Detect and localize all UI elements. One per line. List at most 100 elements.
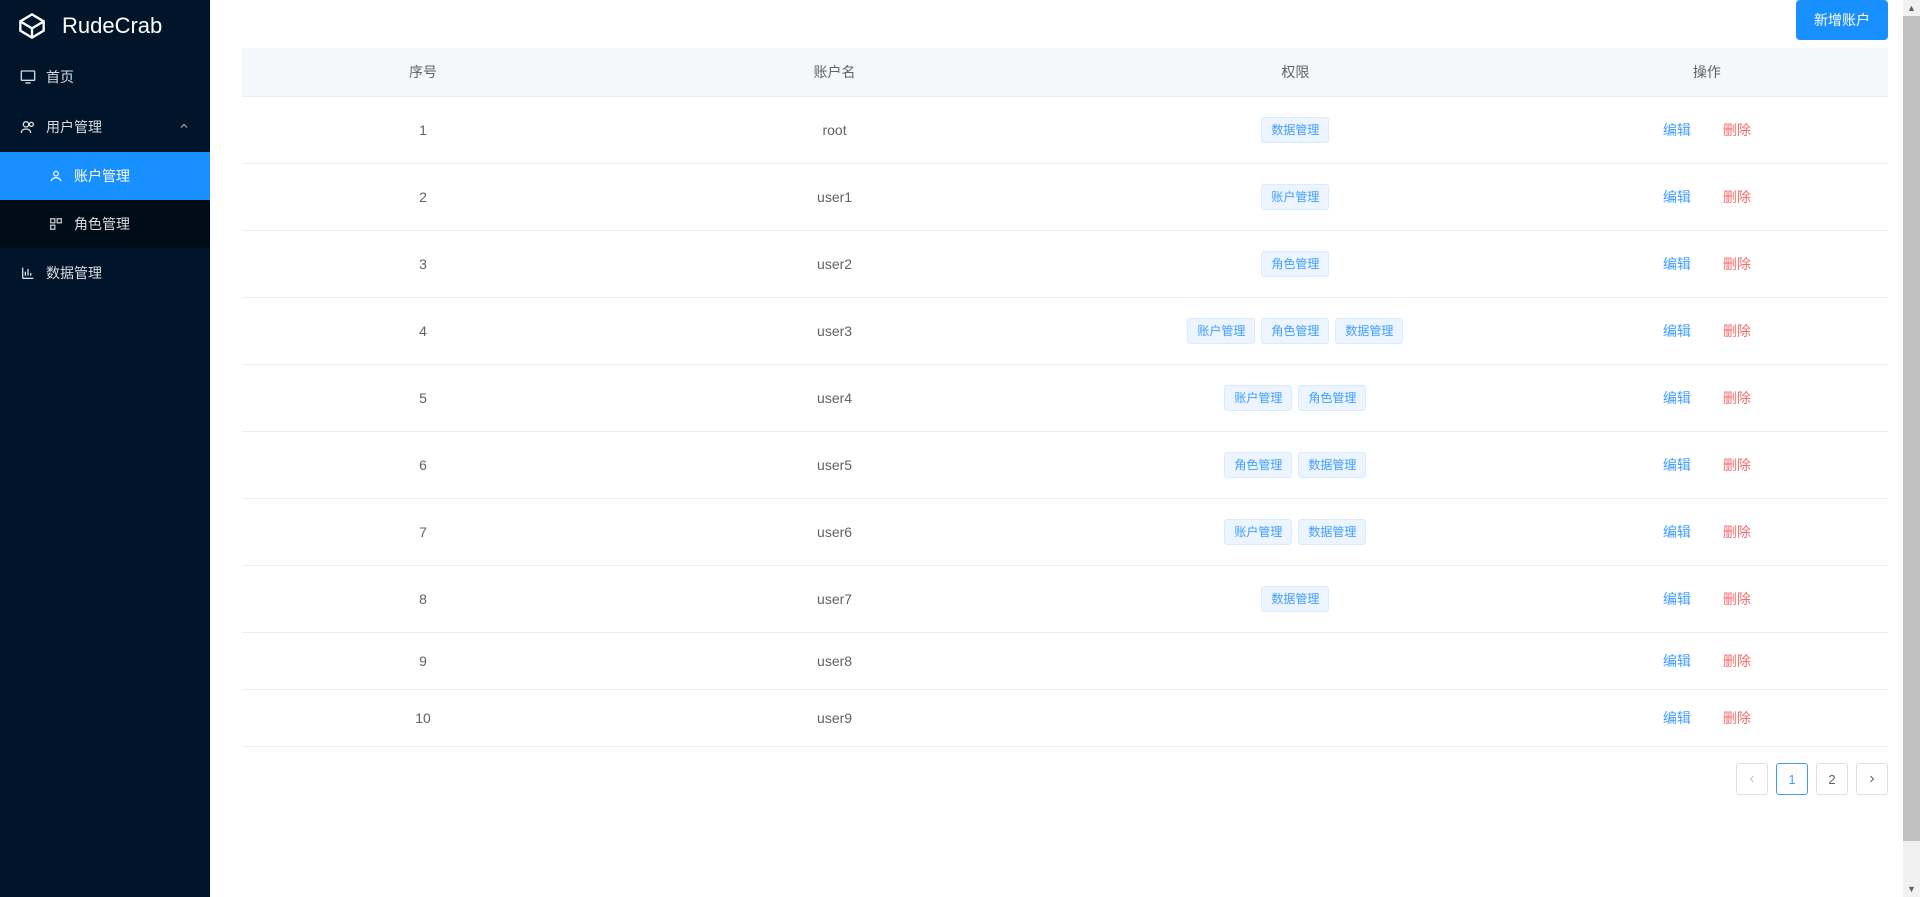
menu-item-account-mgmt[interactable]: 账户管理 xyxy=(0,152,210,200)
menu-label-user-mgmt: 用户管理 xyxy=(46,117,102,137)
menu-label-home: 首页 xyxy=(46,67,74,87)
toolbar: 新增账户 xyxy=(210,0,1920,48)
cell-username: user2 xyxy=(604,231,1065,298)
cell-permissions: 账户管理 xyxy=(1065,164,1526,231)
cell-permissions: 账户管理角色管理数据管理 xyxy=(1065,298,1526,365)
cell-operations: 编辑 删除 xyxy=(1526,365,1888,432)
header-username: 账户名 xyxy=(604,48,1065,97)
cell-permissions xyxy=(1065,690,1526,747)
cell-username: user3 xyxy=(604,298,1065,365)
edit-link[interactable]: 编辑 xyxy=(1663,651,1691,671)
delete-link[interactable]: 删除 xyxy=(1723,254,1751,274)
users-icon xyxy=(20,119,36,135)
cell-username: root xyxy=(604,97,1065,164)
cell-username: user4 xyxy=(604,365,1065,432)
delete-link[interactable]: 删除 xyxy=(1723,708,1751,728)
permission-tag: 数据管理 xyxy=(1298,519,1366,545)
menu-item-data-mgmt[interactable]: 数据管理 xyxy=(0,248,210,298)
delete-link[interactable]: 删除 xyxy=(1723,321,1751,341)
monitor-icon xyxy=(20,69,36,85)
cell-index: 6 xyxy=(242,432,604,499)
menu-label-account-mgmt: 账户管理 xyxy=(74,166,130,186)
delete-link[interactable]: 删除 xyxy=(1723,120,1751,140)
edit-link[interactable]: 编辑 xyxy=(1663,522,1691,542)
brand-name: RudeCrab xyxy=(62,13,162,39)
permission-tag: 账户管理 xyxy=(1187,318,1255,344)
table-row: 10user9 编辑 删除 xyxy=(242,690,1888,747)
edit-link[interactable]: 编辑 xyxy=(1663,120,1691,140)
permission-tag: 角色管理 xyxy=(1261,251,1329,277)
delete-link[interactable]: 删除 xyxy=(1723,522,1751,542)
cell-permissions: 数据管理 xyxy=(1065,97,1526,164)
menu-item-user-mgmt[interactable]: 用户管理 xyxy=(0,102,210,152)
cell-operations: 编辑 删除 xyxy=(1526,231,1888,298)
scrollbar[interactable]: ▲ ▼ xyxy=(1903,0,1920,897)
permission-tag: 数据管理 xyxy=(1298,452,1366,478)
pagination: 12 xyxy=(210,747,1920,819)
permission-tag: 数据管理 xyxy=(1261,117,1329,143)
permission-tag: 角色管理 xyxy=(1224,452,1292,478)
table-row: 2user1 账户管理 编辑 删除 xyxy=(242,164,1888,231)
permission-tag: 账户管理 xyxy=(1261,184,1329,210)
cell-operations: 编辑 删除 xyxy=(1526,97,1888,164)
cell-permissions: 账户管理数据管理 xyxy=(1065,499,1526,566)
menu-item-role-mgmt[interactable]: 角色管理 xyxy=(0,200,210,248)
table-row: 8user7数据管理编辑删除 xyxy=(242,566,1888,633)
edit-link[interactable]: 编辑 xyxy=(1663,388,1691,408)
table-row: 1root 数据管理 编辑 删除 xyxy=(242,97,1888,164)
menu-label-role-mgmt: 角色管理 xyxy=(74,214,130,234)
delete-link[interactable]: 删除 xyxy=(1723,455,1751,475)
chevron-up-icon xyxy=(178,120,190,135)
cell-index: 5 xyxy=(242,365,604,432)
scrollbar-thumb[interactable] xyxy=(1903,16,1920,841)
edit-link[interactable]: 编辑 xyxy=(1663,589,1691,609)
cell-username: user9 xyxy=(604,690,1065,747)
cell-operations: 编辑 删除 xyxy=(1526,566,1888,633)
cell-index: 10 xyxy=(242,690,604,747)
accounts-table: 序号 账户名 权限 操作 1root数据管理编辑删除2user1账户管理编辑删除… xyxy=(242,48,1888,747)
chevron-right-icon xyxy=(1866,773,1878,785)
edit-link[interactable]: 编辑 xyxy=(1663,708,1691,728)
table-row: 5user4 账户管理角色管理 编辑 删除 xyxy=(242,365,1888,432)
cell-index: 2 xyxy=(242,164,604,231)
menu-item-home[interactable]: 首页 xyxy=(0,52,210,102)
delete-link[interactable]: 删除 xyxy=(1723,651,1751,671)
page-prev-button[interactable] xyxy=(1736,763,1768,795)
table-container: 序号 账户名 权限 操作 1root数据管理编辑删除2user1账户管理编辑删除… xyxy=(210,48,1920,747)
delete-link[interactable]: 删除 xyxy=(1723,187,1751,207)
cell-username: user1 xyxy=(604,164,1065,231)
permission-tag: 账户管理 xyxy=(1224,385,1292,411)
cell-username: user8 xyxy=(604,633,1065,690)
user-icon xyxy=(48,168,64,184)
delete-link[interactable]: 删除 xyxy=(1723,388,1751,408)
cell-permissions xyxy=(1065,633,1526,690)
header-operation: 操作 xyxy=(1526,48,1888,97)
header-permission: 权限 xyxy=(1065,48,1526,97)
permission-tag: 角色管理 xyxy=(1261,318,1329,344)
scrollbar-down-arrow-icon[interactable]: ▼ xyxy=(1903,881,1920,897)
cell-index: 7 xyxy=(242,499,604,566)
grid-icon xyxy=(48,216,64,232)
permission-tag: 角色管理 xyxy=(1298,385,1366,411)
edit-link[interactable]: 编辑 xyxy=(1663,254,1691,274)
add-account-button[interactable]: 新增账户 xyxy=(1796,0,1888,40)
table-row: 7user6账户管理数据管理编辑删除 xyxy=(242,499,1888,566)
page-number-button[interactable]: 1 xyxy=(1776,763,1808,795)
cell-index: 1 xyxy=(242,97,604,164)
cell-operations: 编辑 删除 xyxy=(1526,164,1888,231)
logo-icon xyxy=(18,12,46,40)
permission-tag: 账户管理 xyxy=(1224,519,1292,545)
cell-operations: 编辑 删除 xyxy=(1526,690,1888,747)
cell-permissions: 角色管理数据管理 xyxy=(1065,432,1526,499)
page-number-button[interactable]: 2 xyxy=(1816,763,1848,795)
scrollbar-up-arrow-icon[interactable]: ▲ xyxy=(1903,0,1920,16)
cell-operations: 编辑 删除 xyxy=(1526,633,1888,690)
delete-link[interactable]: 删除 xyxy=(1723,589,1751,609)
cell-index: 9 xyxy=(242,633,604,690)
sidebar: RudeCrab 首页 xyxy=(0,0,210,897)
edit-link[interactable]: 编辑 xyxy=(1663,455,1691,475)
page-next-button[interactable] xyxy=(1856,763,1888,795)
edit-link[interactable]: 编辑 xyxy=(1663,321,1691,341)
edit-link[interactable]: 编辑 xyxy=(1663,187,1691,207)
header-index: 序号 xyxy=(242,48,604,97)
